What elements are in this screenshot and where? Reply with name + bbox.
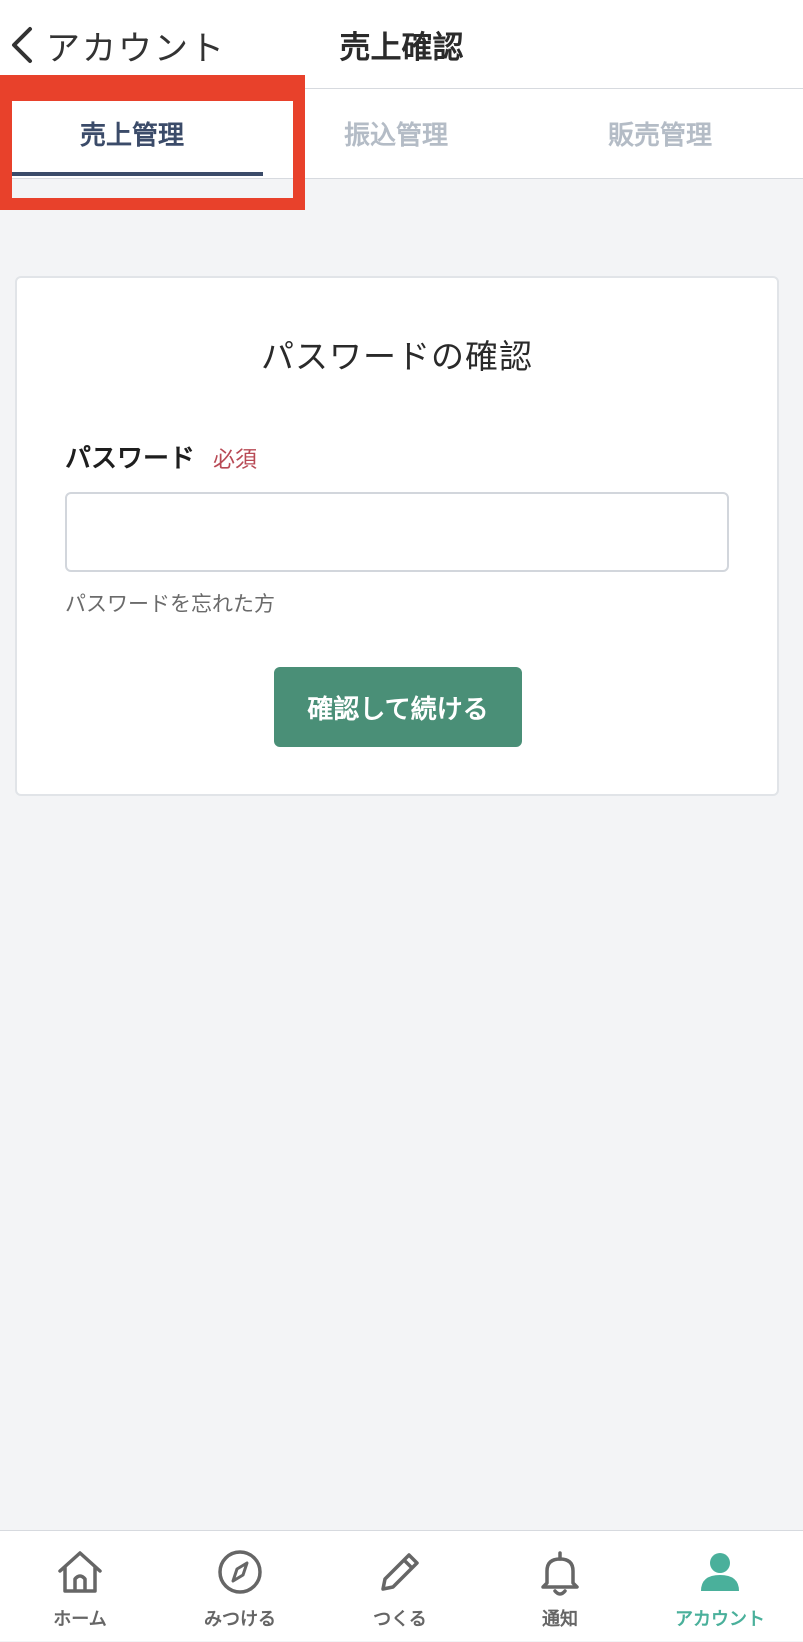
tab-bar: 売上管理 振込管理 販売管理 [0,89,803,179]
password-input[interactable] [65,492,729,572]
nav-label: アカウント [675,1609,765,1630]
tab-sales-management[interactable]: 売上管理 [0,89,264,178]
active-tab-indicator [12,172,263,176]
page-title: 売上確認 [339,30,464,66]
tab-label: 販売管理 [607,121,712,151]
bell-icon [541,1551,579,1596]
password-label: パスワード [65,444,196,474]
nav-label: つくる [373,1609,427,1630]
password-field-label: パスワード 必須 [65,438,257,475]
home-icon [58,1551,102,1593]
app-header: アカウント 売上確認 [0,0,803,89]
forgot-password-link[interactable]: パスワードを忘れた方 [65,588,275,618]
nav-item-discover[interactable]: みつける [160,1531,320,1642]
nav-item-account[interactable]: アカウント [640,1531,800,1642]
confirm-continue-button[interactable]: 確認して続ける [274,667,522,747]
bottom-nav: ホーム みつける つくる 通知 アカウント [0,1530,803,1641]
required-badge: 必須 [213,448,258,473]
nav-label: ホーム [53,1609,107,1630]
tab-label: 売上管理 [79,121,184,151]
tab-sales-listing-management[interactable]: 販売管理 [528,89,792,178]
person-icon [701,1553,739,1591]
password-confirm-card: パスワードの確認 パスワード 必須 パスワードを忘れた方 確認して続ける [15,276,779,796]
compass-icon [218,1550,262,1594]
tab-label: 振込管理 [343,121,448,151]
nav-item-create[interactable]: つくる [320,1531,480,1642]
tab-transfer-management[interactable]: 振込管理 [264,89,528,178]
nav-item-home[interactable]: ホーム [0,1531,160,1642]
pencil-icon [381,1553,419,1591]
card-title: パスワードの確認 [261,337,533,376]
nav-item-notifications[interactable]: 通知 [480,1531,640,1642]
nav-label: みつける [204,1609,276,1630]
nav-label: 通知 [542,1609,578,1630]
